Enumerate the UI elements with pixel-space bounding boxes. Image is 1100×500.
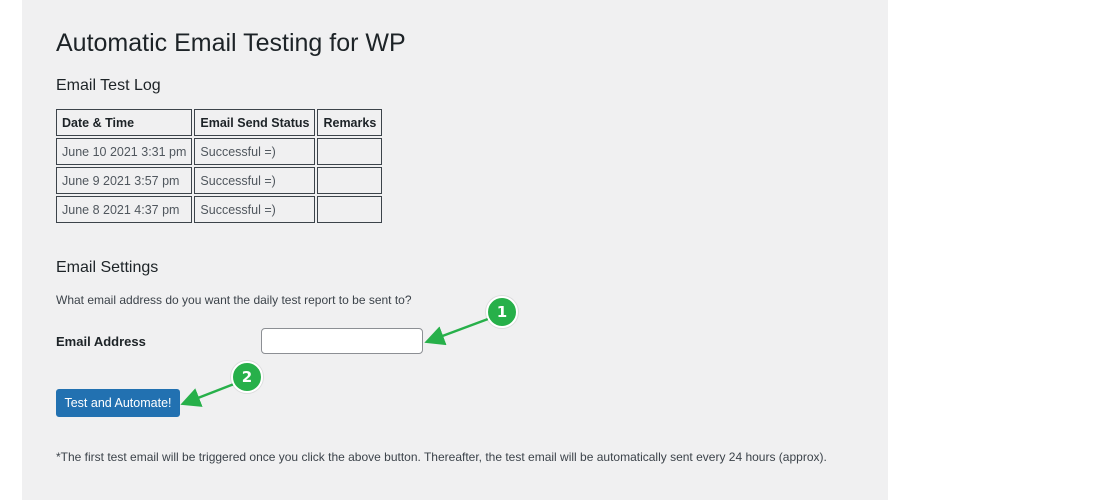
column-header-email-send-status: Email Send Status: [194, 109, 316, 136]
content-panel: [22, 0, 888, 500]
table-row: June 9 2021 3:57 pm Successful =): [56, 167, 383, 194]
cell-remarks: [317, 196, 383, 223]
cell-date-time: June 9 2021 3:57 pm: [56, 167, 193, 194]
footnote-text: *The first test email will be triggered …: [56, 450, 827, 464]
email-address-input[interactable]: [261, 328, 423, 354]
table-header-row: Date & Time Email Send Status Remarks: [56, 109, 383, 136]
column-header-remarks: Remarks: [317, 109, 383, 136]
email-test-log-table: Date & Time Email Send Status Remarks Ju…: [54, 107, 384, 225]
cell-date-time: June 8 2021 4:37 pm: [56, 196, 193, 223]
email-address-label: Email Address: [56, 334, 146, 349]
cell-date-time: June 10 2021 3:31 pm: [56, 138, 193, 165]
table-row: June 10 2021 3:31 pm Successful =): [56, 138, 383, 165]
cell-remarks: [317, 138, 383, 165]
annotation-badge-2: 2: [231, 361, 263, 393]
cell-status: Successful =): [194, 196, 316, 223]
email-settings-heading: Email Settings: [56, 259, 159, 276]
email-test-log-heading: Email Test Log: [56, 77, 161, 94]
column-header-date-time: Date & Time: [56, 109, 193, 136]
cell-status: Successful =): [194, 138, 316, 165]
cell-remarks: [317, 167, 383, 194]
page-title: Automatic Email Testing for WP: [56, 29, 406, 57]
table-row: June 8 2021 4:37 pm Successful =): [56, 196, 383, 223]
test-and-automate-button[interactable]: Test and Automate!: [56, 389, 180, 417]
cell-status: Successful =): [194, 167, 316, 194]
email-question-text: What email address do you want the daily…: [56, 293, 412, 307]
annotation-badge-1: 1: [486, 296, 518, 328]
